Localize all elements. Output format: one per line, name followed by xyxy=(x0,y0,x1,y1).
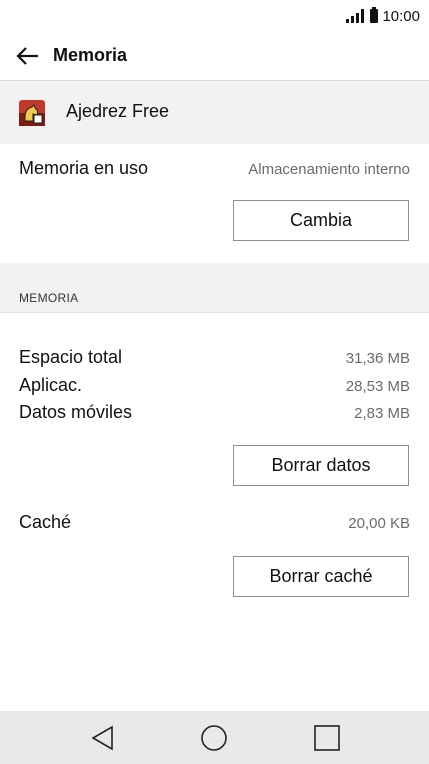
app-bar: Memoria xyxy=(0,32,429,81)
status-time: 10:00 xyxy=(382,7,420,25)
cache-value: 20,00 KB xyxy=(348,515,410,532)
back-triangle-icon[interactable] xyxy=(89,724,117,752)
battery-icon xyxy=(370,7,379,23)
total-space-label: Espacio total xyxy=(19,347,123,367)
data-size-value: 2,83 MB xyxy=(354,405,410,422)
data-size-label: Datos móviles xyxy=(19,402,133,422)
storage-location: Almacenamiento interno xyxy=(248,161,410,178)
section-header: MEMORIA xyxy=(19,291,79,305)
app-size-label: Aplicac. xyxy=(19,375,83,395)
recents-square-icon[interactable] xyxy=(313,724,341,752)
navigation-bar xyxy=(0,711,429,764)
app-size-value: 28,53 MB xyxy=(345,378,410,395)
clear-cache-button[interactable]: Borrar caché xyxy=(233,556,409,597)
clear-data-button[interactable]: Borrar datos xyxy=(233,445,409,486)
app-name: Ajedrez Free xyxy=(66,101,170,121)
arrow-left-icon[interactable] xyxy=(14,42,42,70)
section-header-band: MEMORIA xyxy=(0,263,429,313)
status-icons: 10:00 xyxy=(346,6,420,26)
status-bar: 10:00 xyxy=(0,0,429,32)
total-space-value: 31,36 MB xyxy=(345,350,410,367)
cache-label: Caché xyxy=(19,512,72,532)
page-title: Memoria xyxy=(53,45,128,65)
home-circle-icon[interactable] xyxy=(200,724,228,752)
storage-label: Memoria en uso xyxy=(19,158,149,178)
change-storage-button[interactable]: Cambia xyxy=(233,200,409,241)
app-header: Ajedrez Free xyxy=(0,81,429,144)
signal-icon xyxy=(346,9,365,23)
chess-app-icon xyxy=(19,100,45,126)
